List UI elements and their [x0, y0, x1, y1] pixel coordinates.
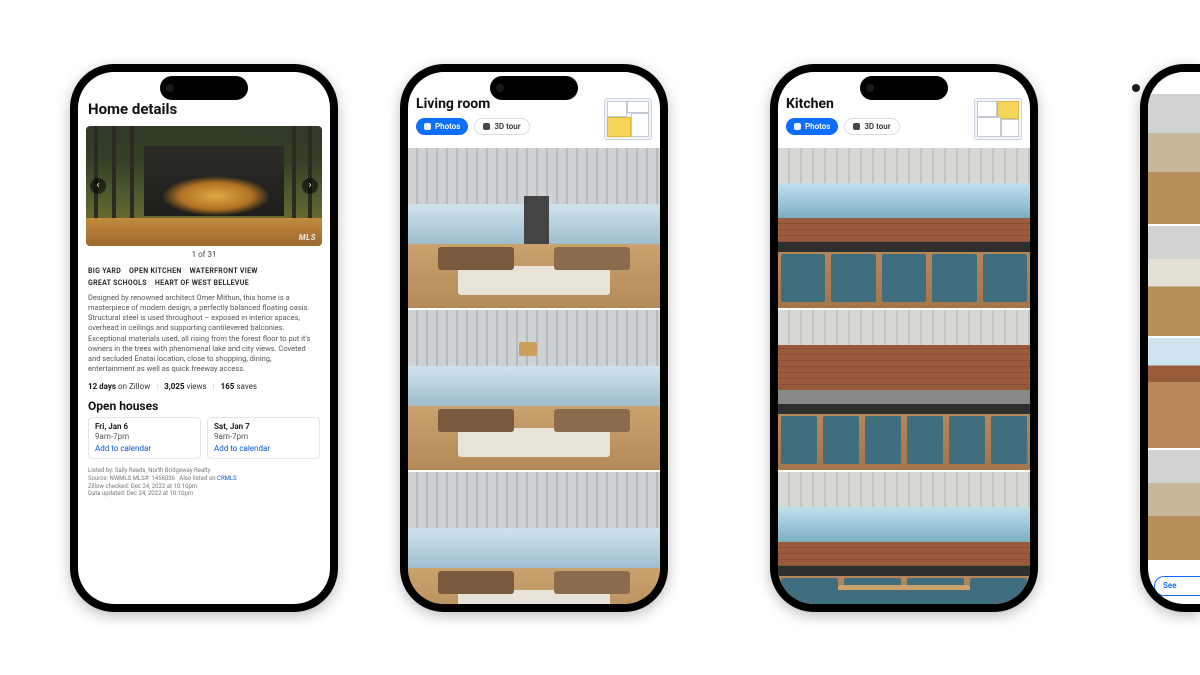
tag: WATERFRONT VIEW	[190, 267, 258, 275]
tag: OPEN KITCHEN	[129, 267, 182, 275]
3d-tour-label: 3D tour	[864, 122, 890, 131]
also-listed-label: Also listed on	[179, 475, 217, 482]
oh-add-calendar[interactable]: Add to calendar	[214, 444, 313, 454]
room-photo-slice[interactable]	[1148, 94, 1200, 224]
hero-prev[interactable]: ‹	[90, 178, 106, 194]
stat-sep: |	[213, 382, 215, 391]
fine-print: Listed by: Sally Reeds, North Bridgeway …	[78, 459, 330, 498]
days-on-num: 12	[88, 382, 97, 391]
oh-time: 9am-7pm	[214, 432, 313, 442]
room-photo[interactable]	[778, 472, 1030, 604]
mls-badge: MLS	[299, 233, 316, 242]
room-photo-slice[interactable]	[1148, 338, 1200, 448]
oh-time: 9am-7pm	[95, 432, 194, 442]
oh-day: Sat, Jan 7	[214, 422, 313, 432]
room-title: Kitchen	[786, 96, 900, 112]
photos-pill[interactable]: Photos	[416, 118, 468, 135]
feature-tags: BIG YARD OPEN KITCHEN WATERFRONT VIEW GR…	[78, 267, 330, 293]
page-title: Home details	[78, 72, 330, 124]
oh-add-calendar[interactable]: Add to calendar	[95, 444, 194, 454]
room-photo[interactable]	[778, 310, 1030, 470]
hero-path	[86, 218, 322, 246]
3d-tour-label: 3D tour	[494, 122, 520, 131]
photos-icon	[794, 123, 801, 130]
zillow-checked: Zillow checked: Dec 24, 2022 at 10:10pm	[88, 483, 320, 491]
floorplan-thumb[interactable]	[974, 98, 1022, 140]
open-house-card[interactable]: Sat, Jan 7 9am-7pm Add to calendar	[207, 417, 320, 459]
saves-num: 165	[221, 382, 235, 391]
room-photo-slice[interactable]	[1148, 226, 1200, 336]
views-label: views	[186, 382, 206, 391]
hero-next[interactable]: ›	[302, 178, 318, 194]
stat-sep: |	[156, 382, 158, 391]
3d-tour-pill[interactable]: 3D tour	[844, 118, 899, 135]
photos-pill[interactable]: Photos	[786, 118, 838, 135]
listing-stats: 12 days on Zillow | 3,025 views | 165 sa…	[78, 374, 330, 393]
photos-icon	[424, 123, 431, 130]
see-more-button[interactable]: See	[1154, 576, 1200, 596]
also-listed-link[interactable]: CRMLS	[217, 475, 237, 482]
cube-icon	[483, 123, 490, 130]
photos-label: Photos	[435, 122, 460, 131]
cube-icon	[853, 123, 860, 130]
room-title: Living room	[416, 96, 530, 112]
hero-photo[interactable]: ‹ › MLS	[86, 126, 322, 246]
listed-by: Listed by: Sally Reeds, North Bridgeway …	[88, 467, 320, 475]
room-photo[interactable]	[408, 310, 660, 470]
room-photo[interactable]	[408, 148, 660, 308]
open-houses: Fri, Jan 6 9am-7pm Add to calendar Sat, …	[78, 417, 330, 459]
floorplan-thumb[interactable]	[604, 98, 652, 140]
tag: HEART OF WEST BELLEVUE	[155, 279, 249, 287]
data-updated: Data updated: Dec 24, 2022 at 10:10pm	[88, 490, 320, 498]
listing-description: Designed by renowned architect Omer Mith…	[78, 293, 330, 374]
days-on-word: days	[99, 382, 116, 391]
photo-counter: 1 of 31	[78, 250, 330, 259]
views-num: 3,025	[164, 382, 184, 391]
saves-label: saves	[236, 382, 257, 391]
room-photo-slice[interactable]	[1148, 450, 1200, 560]
photos-label: Photos	[805, 122, 830, 131]
hero-glow	[156, 174, 276, 218]
tag: BIG YARD	[88, 267, 121, 275]
days-on-tail: on Zillow	[118, 382, 150, 391]
oh-day: Fri, Jan 6	[95, 422, 194, 432]
tag: GREAT SCHOOLS	[88, 279, 147, 287]
source: Source: NWMLS MLS#: 1456036	[88, 475, 175, 482]
open-houses-title: Open houses	[78, 393, 330, 417]
room-photo[interactable]	[408, 472, 660, 604]
3d-tour-pill[interactable]: 3D tour	[474, 118, 529, 135]
room-photo[interactable]	[778, 148, 1030, 308]
open-house-card[interactable]: Fri, Jan 6 9am-7pm Add to calendar	[88, 417, 201, 459]
